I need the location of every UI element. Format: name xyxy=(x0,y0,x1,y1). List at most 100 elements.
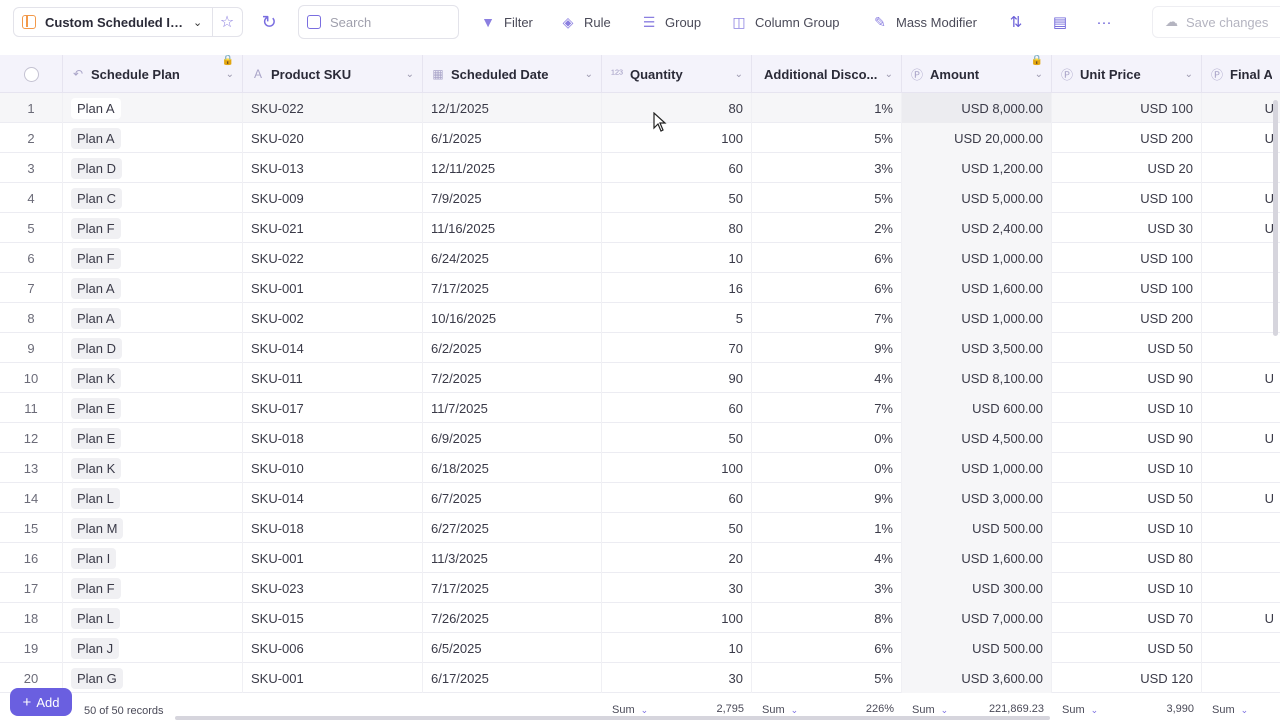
unit-price-cell[interactable]: USD 10 xyxy=(1052,453,1202,483)
schedule-plan-cell[interactable]: Plan F xyxy=(63,243,243,273)
schedule-plan-cell[interactable]: Plan J xyxy=(63,633,243,663)
amount-cell[interactable]: USD 20,000.00 xyxy=(902,123,1052,153)
quantity-cell[interactable]: 10 xyxy=(602,243,752,273)
discount-cell[interactable]: 8% xyxy=(752,603,902,633)
discount-cell[interactable]: 6% xyxy=(752,243,902,273)
schedule-plan-cell[interactable]: Plan I xyxy=(63,543,243,573)
schedule-plan-cell[interactable]: Plan F xyxy=(63,213,243,243)
table-row[interactable]: 15 Plan M SKU-018 6/27/2025 50 1% USD 500.00 US… xyxy=(0,513,1280,543)
quantity-sum-selector[interactable]: Sum ⌄ xyxy=(612,703,648,717)
column-header-schedule-plan[interactable]: ↶ Schedule Plan ⌄ 🔒 xyxy=(63,55,243,93)
table-row[interactable]: 6 Plan F SKU-022 6/24/2025 10 6% USD 1,000.00 U… xyxy=(0,243,1280,273)
unit-price-cell[interactable]: USD 100 xyxy=(1052,93,1202,123)
final-amount-sum-selector[interactable]: Sum ⌄ xyxy=(1212,703,1248,717)
unit-price-cell[interactable]: USD 30 xyxy=(1052,213,1202,243)
scheduled-date-cell[interactable]: 12/1/2025 xyxy=(423,93,602,123)
final-amount-cell[interactable] xyxy=(1202,543,1280,573)
quantity-cell[interactable]: 70 xyxy=(602,333,752,363)
discount-cell[interactable]: 1% xyxy=(752,513,902,543)
amount-cell[interactable]: USD 3,500.00 xyxy=(902,333,1052,363)
scheduled-date-cell[interactable]: 6/24/2025 xyxy=(423,243,602,273)
final-amount-cell[interactable]: U xyxy=(1202,603,1280,633)
amount-cell[interactable]: USD 500.00 xyxy=(902,633,1052,663)
unit-price-cell[interactable]: USD 90 xyxy=(1052,423,1202,453)
final-amount-cell[interactable]: U xyxy=(1202,363,1280,393)
final-amount-cell[interactable] xyxy=(1202,303,1280,333)
table-row[interactable]: 7 Plan A SKU-001 7/17/2025 16 6% USD 1,600.00 U… xyxy=(0,273,1280,303)
product-sku-cell[interactable]: SKU-013 xyxy=(243,153,423,183)
table-row[interactable]: 10 Plan K SKU-011 7/2/2025 90 4% USD 8,100.00 U… xyxy=(0,363,1280,393)
table-row[interactable]: 18 Plan L SKU-015 7/26/2025 100 8% USD 7,000.0… xyxy=(0,603,1280,633)
unit-price-cell[interactable]: USD 50 xyxy=(1052,333,1202,363)
discount-cell[interactable]: 3% xyxy=(752,153,902,183)
quantity-cell[interactable]: 50 xyxy=(602,183,752,213)
discount-cell[interactable]: 7% xyxy=(752,393,902,423)
scheduled-date-cell[interactable]: 6/18/2025 xyxy=(423,453,602,483)
discount-cell[interactable]: 5% xyxy=(752,663,902,693)
table-row[interactable]: 4 Plan C SKU-009 7/9/2025 50 5% USD 5,000.00 US… xyxy=(0,183,1280,213)
scheduled-date-cell[interactable]: 6/7/2025 xyxy=(423,483,602,513)
quantity-cell[interactable]: 50 xyxy=(602,423,752,453)
quantity-cell[interactable]: 100 xyxy=(602,123,752,153)
scheduled-date-cell[interactable]: 11/16/2025 xyxy=(423,213,602,243)
discount-cell[interactable]: 9% xyxy=(752,333,902,363)
quantity-cell[interactable]: 30 xyxy=(602,573,752,603)
scheduled-date-cell[interactable]: 6/17/2025 xyxy=(423,663,602,693)
discount-cell[interactable]: 5% xyxy=(752,123,902,153)
product-sku-cell[interactable]: SKU-009 xyxy=(243,183,423,213)
chevron-down-icon[interactable]: ⌄ xyxy=(406,69,414,80)
layout-button[interactable]: ▤ xyxy=(1049,11,1071,33)
final-amount-cell[interactable] xyxy=(1202,153,1280,183)
horizontal-scrollbar[interactable] xyxy=(175,716,1050,720)
vertical-scrollbar[interactable] xyxy=(1273,100,1278,336)
unit-price-cell[interactable]: USD 100 xyxy=(1052,273,1202,303)
final-amount-cell[interactable] xyxy=(1202,633,1280,663)
column-header-quantity[interactable]: ¹²³ Quantity ⌄ xyxy=(602,55,752,93)
final-amount-cell[interactable]: U xyxy=(1202,213,1280,243)
quantity-cell[interactable]: 60 xyxy=(602,393,752,423)
unit-price-cell[interactable]: USD 10 xyxy=(1052,513,1202,543)
discount-cell[interactable]: 4% xyxy=(752,363,902,393)
add-record-button[interactable]: + Add xyxy=(10,688,72,716)
rule-button[interactable]: ◈ Rule xyxy=(560,11,611,33)
chevron-down-icon[interactable]: ⌄ xyxy=(226,69,234,80)
amount-cell[interactable]: USD 8,100.00 xyxy=(902,363,1052,393)
unit-price-cell[interactable]: USD 100 xyxy=(1052,183,1202,213)
search-box[interactable] xyxy=(298,5,459,39)
scheduled-date-cell[interactable]: 6/2/2025 xyxy=(423,333,602,363)
amount-cell[interactable]: USD 1,600.00 xyxy=(902,543,1052,573)
view-selector[interactable]: Custom Scheduled Ite... ⌄ xyxy=(13,7,213,37)
product-sku-cell[interactable]: SKU-018 xyxy=(243,513,423,543)
quantity-cell[interactable]: 80 xyxy=(602,93,752,123)
final-amount-cell[interactable] xyxy=(1202,243,1280,273)
unit-price-cell[interactable]: USD 50 xyxy=(1052,483,1202,513)
column-header-final-amount[interactable]: Ⓟ Final Am xyxy=(1202,55,1280,93)
table-row[interactable]: 2 Plan A SKU-020 6/1/2025 100 5% USD 20,000.00… xyxy=(0,123,1280,153)
product-sku-cell[interactable]: SKU-021 xyxy=(243,213,423,243)
schedule-plan-cell[interactable]: Plan L xyxy=(63,603,243,633)
unit-price-cell[interactable]: USD 200 xyxy=(1052,123,1202,153)
product-sku-cell[interactable]: SKU-022 xyxy=(243,243,423,273)
scheduled-date-cell[interactable]: 6/27/2025 xyxy=(423,513,602,543)
product-sku-cell[interactable]: SKU-017 xyxy=(243,393,423,423)
product-sku-cell[interactable]: SKU-018 xyxy=(243,423,423,453)
scheduled-date-cell[interactable]: 6/9/2025 xyxy=(423,423,602,453)
quantity-cell[interactable]: 30 xyxy=(602,663,752,693)
table-row[interactable]: 3 Plan D SKU-013 12/11/2025 60 3% USD 1,200.00… xyxy=(0,153,1280,183)
product-sku-cell[interactable]: SKU-020 xyxy=(243,123,423,153)
column-header-scheduled-date[interactable]: ▦ Scheduled Date ⌄ xyxy=(423,55,602,93)
unit-price-cell[interactable]: USD 200 xyxy=(1052,303,1202,333)
product-sku-cell[interactable]: SKU-010 xyxy=(243,453,423,483)
discount-cell[interactable]: 1% xyxy=(752,93,902,123)
schedule-plan-cell[interactable]: Plan A xyxy=(63,93,243,123)
amount-cell[interactable]: USD 5,000.00 xyxy=(902,183,1052,213)
table-row[interactable]: 8 Plan A SKU-002 10/16/2025 5 7% USD 1,000.00 U… xyxy=(0,303,1280,333)
schedule-plan-cell[interactable]: Plan K xyxy=(63,363,243,393)
unit-price-cell[interactable]: USD 80 xyxy=(1052,543,1202,573)
unit-price-cell[interactable]: USD 70 xyxy=(1052,603,1202,633)
column-group-button[interactable]: ◫ Column Group xyxy=(731,11,839,33)
unit-price-cell[interactable]: USD 100 xyxy=(1052,243,1202,273)
product-sku-cell[interactable]: SKU-023 xyxy=(243,573,423,603)
schedule-plan-cell[interactable]: Plan E xyxy=(63,393,243,423)
scheduled-date-cell[interactable]: 6/1/2025 xyxy=(423,123,602,153)
